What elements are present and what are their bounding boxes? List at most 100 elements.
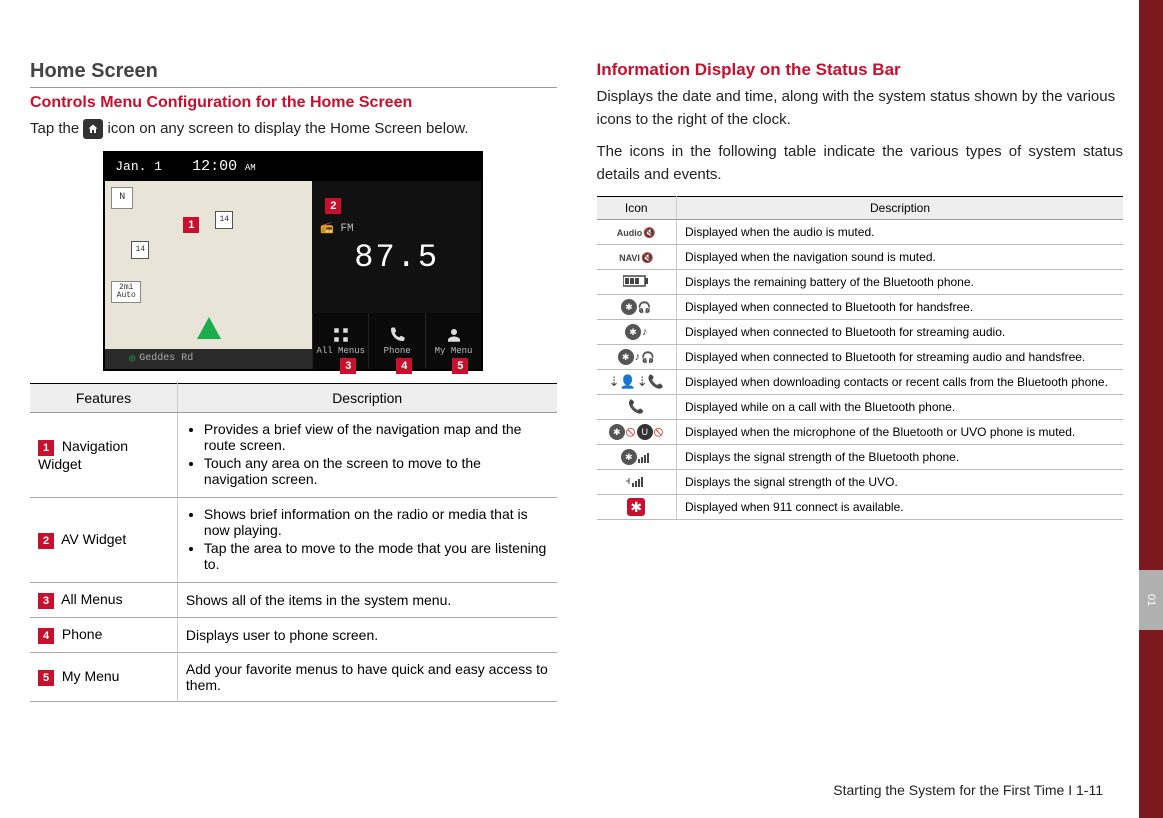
icon-cell: ✱♪ [597, 320, 677, 345]
icon-cell: ✱ [597, 445, 677, 470]
screenshot-ampm: AM [245, 163, 256, 173]
table-row: ✱ Displays the signal strength of the Blu… [597, 445, 1124, 470]
table-row: ✱♪ Displayed when connected to Bluetooth … [597, 320, 1124, 345]
callout-badge-3: 3 [340, 358, 356, 374]
route-shield-icon: 14 [215, 211, 233, 229]
vehicle-cursor-icon [197, 317, 221, 339]
icon-desc-cell: Displayed when the audio is muted. [677, 220, 1124, 245]
section-title: Home Screen [30, 60, 557, 88]
table-row: ✱♪🎧 Displayed when connected to Bluetooth… [597, 345, 1124, 370]
table-row: 1 Navigation WidgetProvides a brief view… [30, 412, 557, 497]
home-screen-screenshot: Jan. 1 12:00 AM N 14 14 2mi Auto [103, 151, 483, 371]
icon-cell [597, 270, 677, 295]
icon-cell: ⇣👤 ⇣📞 [597, 370, 677, 395]
features-header-desc: Description [177, 383, 556, 412]
NAVI-mute-icon: NAVI🔇 [619, 253, 653, 264]
status-icons-table: Icon Description Audio🔇Displayed when th… [597, 196, 1124, 520]
uvo-signal-icon [626, 475, 646, 487]
icon-desc-cell: Displays the remaining battery of the Bl… [677, 270, 1124, 295]
screenshot-time: 12:00 [192, 158, 237, 175]
icon-cell: 📞 [597, 395, 677, 420]
feature-desc-cell: Provides a brief view of the navigation … [177, 412, 556, 497]
icon-desc-cell: Displayed when downloading contacts or r… [677, 370, 1124, 395]
icon-desc-cell: Displayed while on a call with the Bluet… [677, 395, 1124, 420]
nav-widget[interactable]: N 14 14 2mi Auto ◎ Geddes Rd [105, 181, 312, 369]
radio-frequency: 87.5 [354, 239, 439, 276]
icon-cell: ✱ [597, 495, 677, 520]
icons-header-icon: Icon [597, 197, 677, 220]
icon-desc-cell: Displayed when connected to Bluetooth fo… [677, 345, 1124, 370]
icon-desc-cell: Displayed when connected to Bluetooth fo… [677, 295, 1124, 320]
intro-after: icon on any screen to display the Home S… [108, 120, 469, 137]
callout-badge-1: 1 [183, 217, 199, 233]
icon-cell: ✱🎧 [597, 295, 677, 320]
table-row: 2 AV WidgetShows brief information on th… [30, 497, 557, 582]
side-color-bar: 01 [1139, 0, 1163, 818]
route-shield-icon: 14 [131, 241, 149, 259]
table-row: 5 My MenuAdd your favorite menus to have… [30, 652, 557, 701]
screenshot-date: Jan. 1 [115, 159, 162, 174]
current-road-label: ◎ Geddes Rd [105, 349, 312, 369]
feature-desc-cell: Shows brief information on the radio or … [177, 497, 556, 582]
mic-mute-icon: ✱🚫 U🚫 [609, 424, 664, 440]
icon-desc-cell: Displayed when 911 connect is available. [677, 495, 1124, 520]
icon-desc-cell: Displayed when the microphone of the Blu… [677, 420, 1124, 445]
callout-badge: 1 [38, 440, 54, 456]
table-row: Audio🔇 Displayed when the audio is muted. [597, 220, 1124, 245]
911-icon: ✱ [627, 498, 645, 516]
table-row: Displays the remaining battery of the Bl… [597, 270, 1124, 295]
icon-cell: NAVI🔇 [597, 245, 677, 270]
left-column: Home Screen Controls Menu Configuration … [30, 60, 557, 788]
table-row: 📞 Displayed while on a call with the Blue… [597, 395, 1124, 420]
callout-badge-2: 2 [325, 198, 341, 214]
manual-page: Home Screen Controls Menu Configuration … [0, 0, 1163, 818]
callout-badge: 3 [38, 593, 54, 609]
auto-zoom-icon: 2mi Auto [111, 281, 141, 303]
Audio-mute-icon: Audio🔇 [617, 228, 656, 239]
compass-icon: N [111, 187, 133, 209]
person-icon [445, 326, 463, 344]
icon-cell: Audio🔇 [597, 220, 677, 245]
bt-signal-icon: ✱ [621, 449, 652, 465]
intro-before: Tap the [30, 120, 83, 137]
callout-badge-4: 4 [396, 358, 412, 374]
callout-badge: 2 [38, 533, 54, 549]
icon-desc-cell: Displays the signal strength of the UVO. [677, 470, 1124, 495]
feature-name-cell: 2 AV Widget [30, 497, 177, 582]
feature-desc-cell: Add your favorite menus to have quick an… [177, 652, 556, 701]
icon-desc-cell: Displayed when the navigation sound is m… [677, 245, 1124, 270]
icon-cell: ✱🚫 U🚫 [597, 420, 677, 445]
right-column: Information Display on the Status Bar Di… [597, 60, 1124, 788]
fm-label: 📻 FM [312, 217, 362, 239]
feature-desc-cell: Displays user to phone screen. [177, 617, 556, 652]
table-row: ✱🎧 Displayed when connected to Bluetooth … [597, 295, 1124, 320]
feature-name-cell: 3 All Menus [30, 582, 177, 617]
callout-badge-5: 5 [452, 358, 468, 374]
intro-text: Tap the icon on any screen to display th… [30, 118, 557, 141]
table-row: 4 PhoneDisplays user to phone screen. [30, 617, 557, 652]
bt-audio-hf-icon: ✱♪🎧 [618, 349, 655, 365]
bt-handsfree-icon: ✱🎧 [621, 299, 652, 315]
on-call-icon: 📞 [628, 399, 644, 415]
features-table: Features Description 1 Navigation Widget… [30, 383, 557, 702]
table-row: ✱🚫 U🚫 Displayed when the microphone of th… [597, 420, 1124, 445]
info-p2: The icons in the following table indicat… [597, 141, 1124, 186]
table-row: NAVI🔇 Displayed when the navigation sound… [597, 245, 1124, 270]
screenshot-topbar: Jan. 1 12:00 AM [105, 153, 481, 181]
section-subtitle: Controls Menu Configuration for the Home… [30, 94, 557, 112]
icon-desc-cell: Displayed when connected to Bluetooth fo… [677, 320, 1124, 345]
info-p1: Displays the date and time, along with t… [597, 86, 1124, 131]
features-header-name: Features [30, 383, 177, 412]
table-row: ⇣👤 ⇣📞Displayed when downloading contacts… [597, 370, 1124, 395]
battery-icon [623, 275, 649, 287]
callout-badge: 5 [38, 670, 54, 686]
page-footer: Starting the System for the First Time I… [833, 782, 1103, 798]
icon-cell: ✱♪🎧 [597, 345, 677, 370]
grid-icon [332, 326, 350, 344]
feature-name-cell: 5 My Menu [30, 652, 177, 701]
icon-desc-cell: Displays the signal strength of the Blue… [677, 445, 1124, 470]
table-row: ✱ Displayed when 911 connect is available… [597, 495, 1124, 520]
bt-audio-icon: ✱♪ [625, 324, 648, 340]
table-row: Displays the signal strength of the UVO. [597, 470, 1124, 495]
phone-icon [388, 326, 406, 344]
